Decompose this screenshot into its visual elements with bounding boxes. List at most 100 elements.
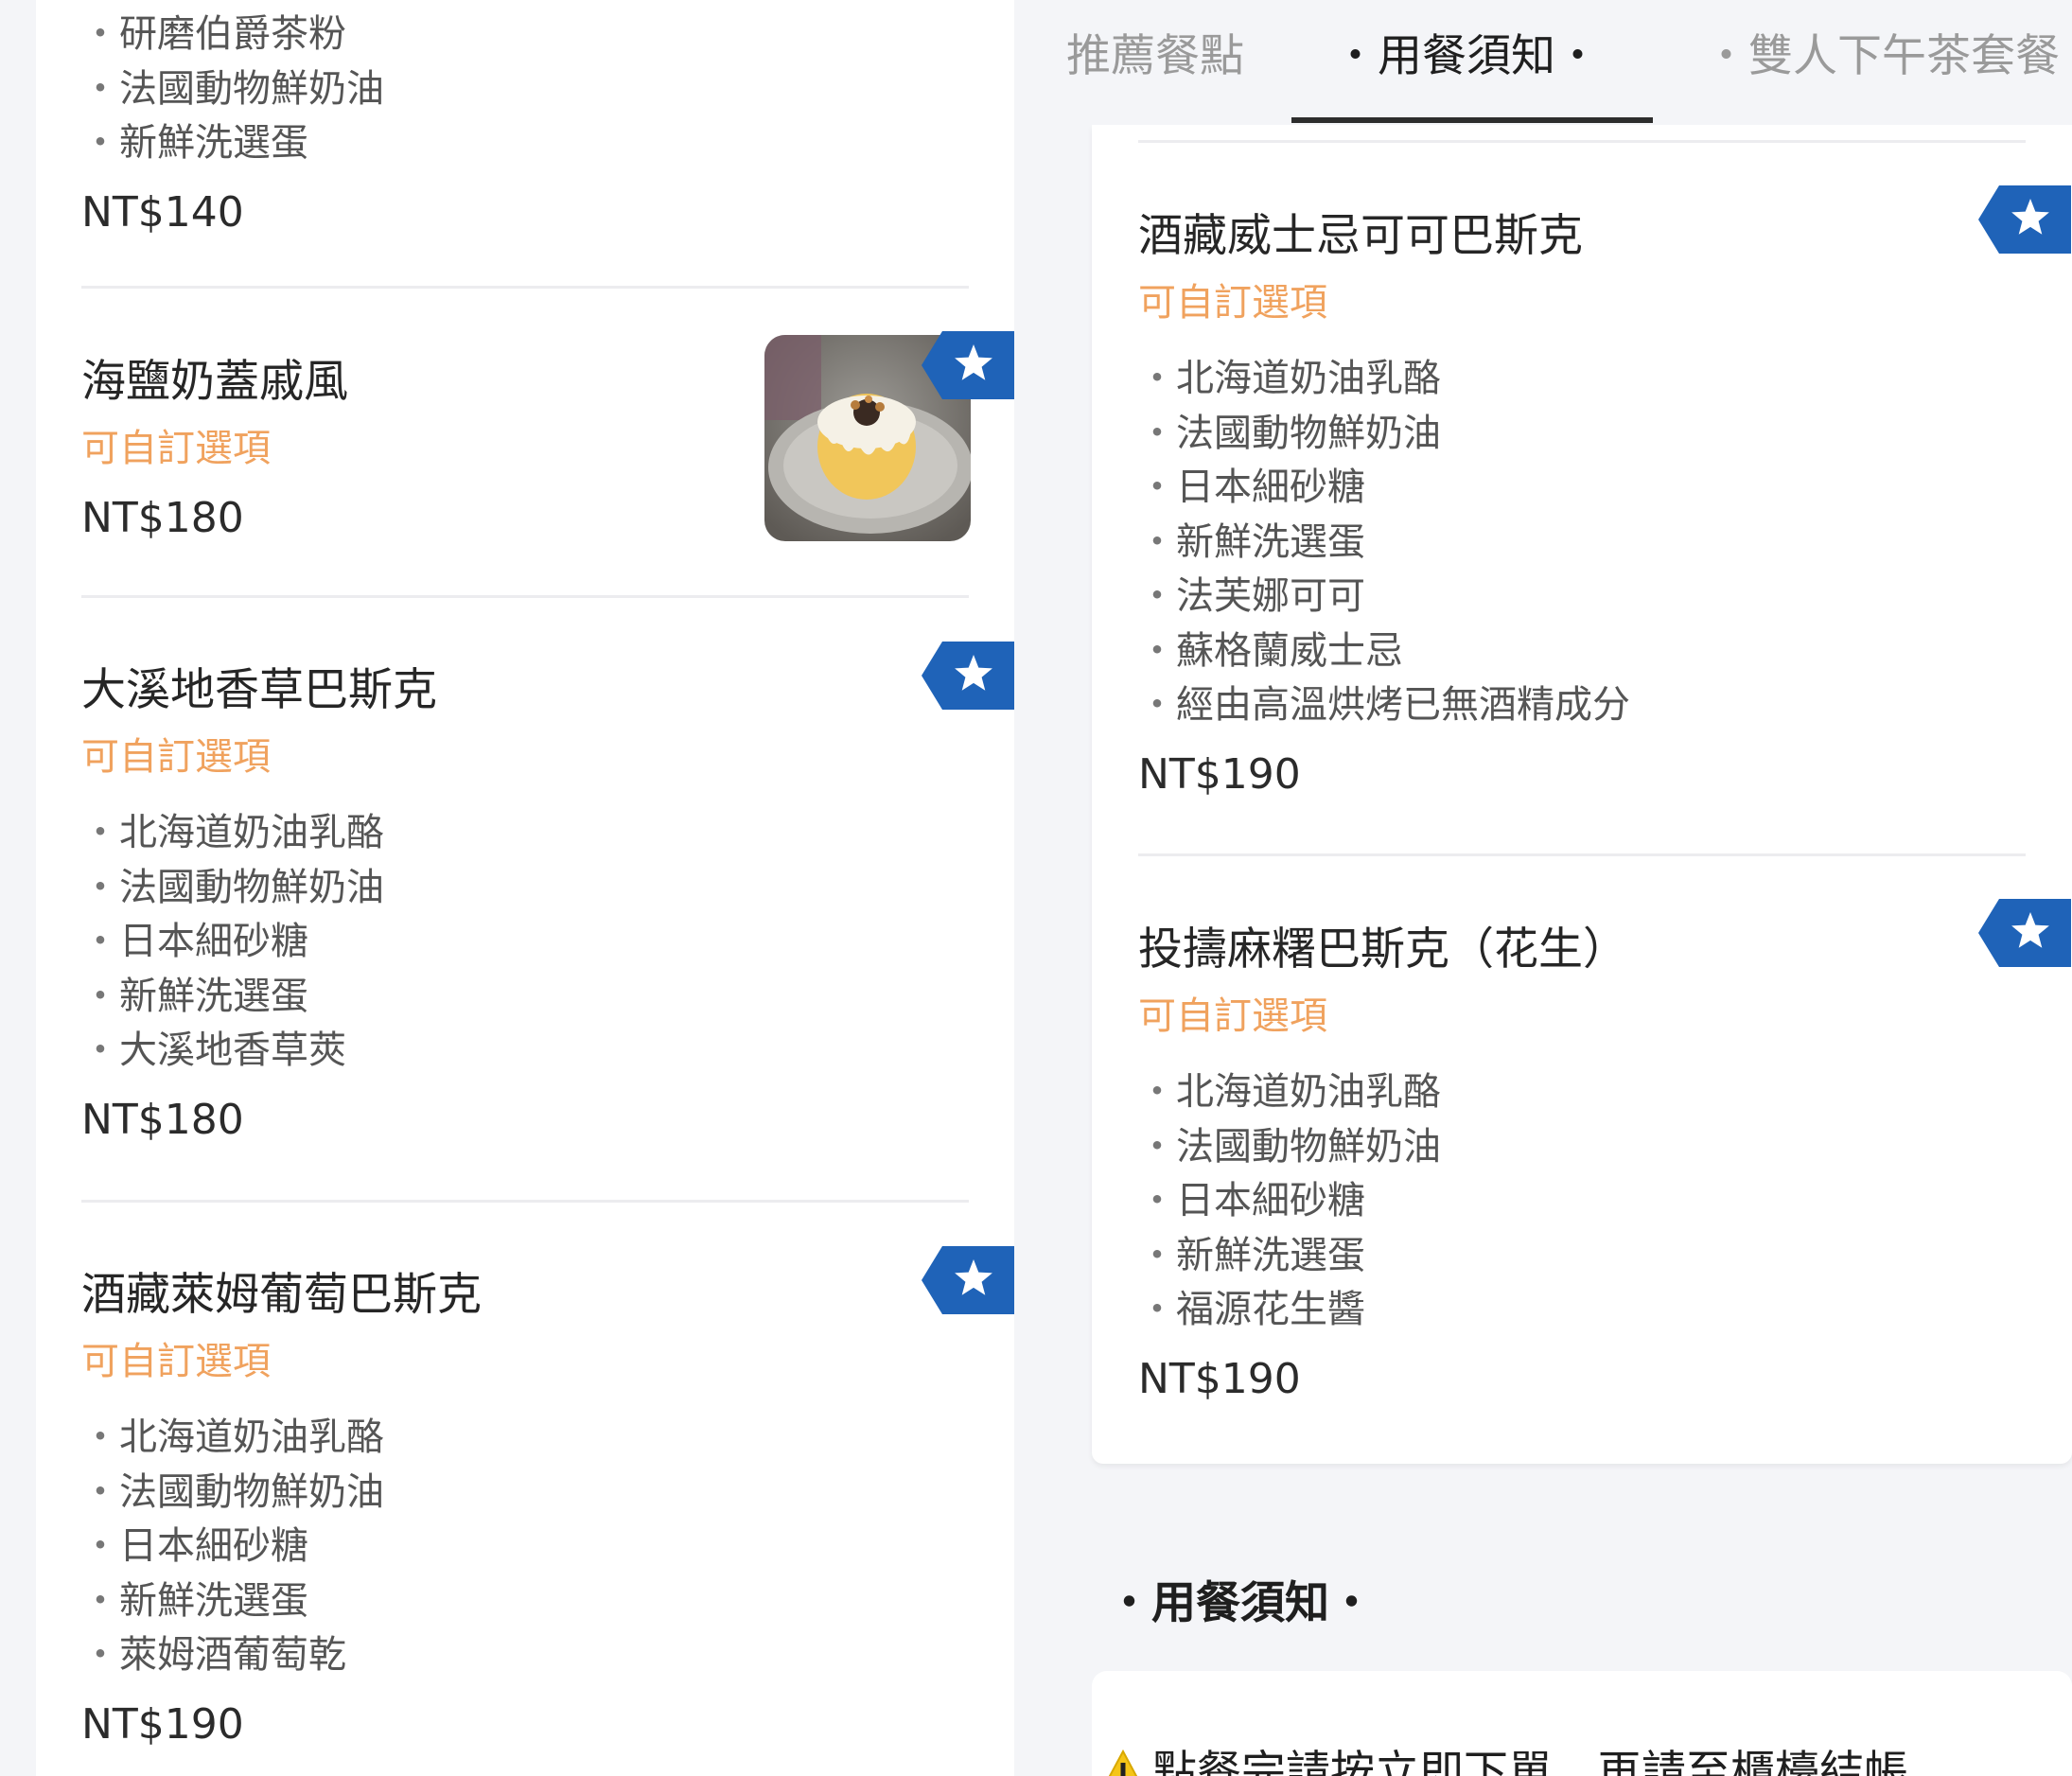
menu-item[interactable]: 酒藏威士忌可可巴斯克 可自訂選項 ・北海道奶油乳酪 ・法國動物鮮奶油 ・日本細砂…: [1138, 208, 2026, 803]
tab-recommended[interactable]: 推薦餐點: [1066, 28, 1244, 85]
bullet: ・: [1138, 1179, 1176, 1222]
ingredient-label: 新鮮洗選蛋: [1176, 519, 1365, 564]
bullet: ・: [1138, 357, 1176, 400]
menu-panel-right: 酒藏威士忌可可巴斯克 可自訂選項 ・北海道奶油乳酪 ・法國動物鮮奶油 ・日本細砂…: [1023, 0, 2072, 1776]
tab-dining-notice[interactable]: ・用餐須知・: [1333, 28, 1600, 85]
ingredient-item: ・北海道奶油乳酪: [81, 806, 969, 861]
bullet: ・: [81, 811, 119, 854]
ingredient-label: 法國動物鮮奶油: [1176, 411, 1441, 455]
ingredient-item: ・大溪地香草莢: [81, 1024, 969, 1079]
featured-badge: [922, 331, 1014, 399]
ingredient-label: 新鮮洗選蛋: [119, 121, 308, 165]
bullet: ・: [81, 974, 119, 1018]
bullet: ・: [1138, 519, 1176, 564]
ingredient-item: ・萊姆酒葡萄乾: [81, 1628, 969, 1683]
ingredient-label: 法國動物鮮奶油: [119, 1469, 384, 1514]
bullet: ・: [81, 865, 119, 909]
ingredient-label: 福源花生醬: [1176, 1288, 1365, 1331]
customizable-label: 可自訂選項: [81, 735, 271, 779]
item-divider: [81, 595, 969, 598]
item-divider: [81, 286, 969, 289]
featured-badge: [1978, 185, 2071, 254]
item-title: 大溪地香草巴斯克: [81, 664, 437, 716]
ingredient-list: ・北海道奶油乳酪 ・法國動物鮮奶油 ・日本細砂糖 ・新鮮洗選蛋 ・法芙娜可可 ・…: [1138, 352, 2026, 733]
menu-item[interactable]: 酒藏萊姆葡萄巴斯克 可自訂選項 ・北海道奶油乳酪 ・法國動物鮮奶油 ・日本細砂糖…: [81, 1267, 969, 1753]
bullet: ・: [81, 66, 119, 111]
ingredient-label: 北海道奶油乳酪: [1176, 357, 1441, 400]
bullet: ・: [81, 1029, 119, 1072]
menu-item[interactable]: 投擣麻糬巴斯克（花生） 可自訂選項 ・北海道奶油乳酪 ・法國動物鮮奶油 ・日本細…: [1138, 922, 2026, 1408]
ingredient-item: ・新鮮洗選蛋: [1138, 1229, 2026, 1284]
bullet: ・: [1138, 1288, 1176, 1331]
ingredient-item: ・日本細砂糖: [1138, 1174, 2026, 1229]
customizable-label: 可自訂選項: [81, 1340, 271, 1383]
ingredient-item: ・法國動物鮮奶油: [81, 1466, 969, 1521]
item-price: NT$190: [81, 1699, 244, 1749]
ingredient-item: ・日本細砂糖: [1138, 461, 2026, 516]
ingredient-label: 新鮮洗選蛋: [119, 974, 308, 1018]
ingredient-label: 日本細砂糖: [119, 920, 308, 963]
item-divider: [81, 1200, 969, 1203]
item-divider: [1138, 140, 2026, 143]
customizable-label: 可自訂選項: [1138, 281, 1327, 325]
menu-item[interactable]: 大溪地香草巴斯克 可自訂選項 ・北海道奶油乳酪 ・法國動物鮮奶油 ・日本細砂糖 …: [81, 662, 969, 1149]
ingredient-label: 新鮮洗選蛋: [1176, 1233, 1365, 1277]
bullet: ・: [1138, 411, 1176, 455]
notice-card: 點餐完請按立即下單，再請至櫃檯結帳: [1092, 1671, 2072, 1776]
item-price: NT$140: [81, 187, 244, 237]
bullet: ・: [81, 1578, 119, 1623]
section-heading: ・用餐須知・: [1107, 1577, 1374, 1629]
item-divider: [1138, 853, 2026, 856]
ingredient-label: 大溪地香草莢: [119, 1029, 346, 1072]
ingredient-label: 萊姆酒葡萄乾: [119, 1633, 346, 1677]
bullet: ・: [1138, 683, 1176, 727]
ingredient-item: ・蘇格蘭威士忌: [1138, 624, 2026, 679]
ingredient-label: 研磨伯爵茶粉: [119, 12, 346, 56]
menu-card: 酒藏威士忌可可巴斯克 可自訂選項 ・北海道奶油乳酪 ・法國動物鮮奶油 ・日本細砂…: [1092, 125, 2072, 1464]
bullet: ・: [81, 920, 119, 963]
ingredient-item: ・日本細砂糖: [81, 915, 969, 970]
bullet: ・: [1138, 1233, 1176, 1277]
ingredient-list: ・北海道奶油乳酪 ・法國動物鮮奶油 ・日本細砂糖 ・新鮮洗選蛋 ・萊姆酒葡萄乾: [81, 1411, 969, 1683]
ingredient-item: ・北海道奶油乳酪: [1138, 352, 2026, 407]
bullet: ・: [1138, 574, 1176, 618]
ingredient-item: ・法國動物鮮奶油: [1138, 1120, 2026, 1175]
ingredient-label: 日本細砂糖: [1176, 1179, 1365, 1222]
ingredient-item: ・北海道奶油乳酪: [81, 1411, 969, 1466]
bullet: ・: [81, 121, 119, 165]
featured-badge: [1978, 899, 2071, 967]
ingredient-item: ・法芙娜可可: [1138, 570, 2026, 624]
customizable-label: 可自訂選項: [1138, 994, 1327, 1038]
item-price: NT$190: [1138, 1354, 1301, 1403]
ingredient-item: ・法國動物鮮奶油: [81, 62, 969, 117]
item-title: 酒藏萊姆葡萄巴斯克: [81, 1269, 482, 1321]
ingredient-item: ・經由高溫烘烤已無酒精成分: [1138, 678, 2026, 733]
ingredient-list: ・研磨伯爵茶粉 ・法國動物鮮奶油 ・新鮮洗選蛋: [81, 8, 969, 171]
bullet: ・: [1138, 1124, 1176, 1169]
menu-item-partial[interactable]: ・研磨伯爵茶粉 ・法國動物鮮奶油 ・新鮮洗選蛋 NT$140: [81, 8, 969, 241]
ingredient-label: 經由高溫烘烤已無酒精成分: [1176, 683, 1630, 727]
ingredient-item: ・新鮮洗選蛋: [81, 970, 969, 1025]
ingredient-item: ・福源花生醬: [1138, 1283, 2026, 1338]
ingredient-label: 法國動物鮮奶油: [1176, 1124, 1441, 1169]
warning-icon: [1108, 1749, 1138, 1776]
ingredient-label: 新鮮洗選蛋: [119, 1578, 308, 1623]
bullet: ・: [1138, 466, 1176, 509]
ingredient-label: 法國動物鮮奶油: [119, 865, 384, 909]
ingredient-label: 法國動物鮮奶油: [119, 66, 384, 111]
ingredient-item: ・北海道奶油乳酪: [1138, 1065, 2026, 1120]
ingredient-list: ・北海道奶油乳酪 ・法國動物鮮奶油 ・日本細砂糖 ・新鮮洗選蛋 ・大溪地香草莢: [81, 806, 969, 1079]
featured-badge: [922, 1246, 1014, 1314]
featured-badge: [922, 642, 1014, 710]
bullet: ・: [81, 1524, 119, 1568]
item-price: NT$180: [81, 1095, 244, 1144]
bullet: ・: [81, 1633, 119, 1677]
ingredient-item: ・法國動物鮮奶油: [1138, 407, 2026, 462]
active-tab-indicator: [1291, 117, 1653, 123]
ingredient-item: ・日本細砂糖: [81, 1520, 969, 1574]
ingredient-label: 日本細砂糖: [1176, 466, 1365, 509]
ingredient-label: 北海道奶油乳酪: [119, 811, 384, 854]
tab-afternoon-tea-set[interactable]: ・雙人下午茶套餐: [1704, 28, 2060, 85]
bullet: ・: [81, 12, 119, 56]
ingredient-item: ・新鮮洗選蛋: [81, 116, 969, 171]
